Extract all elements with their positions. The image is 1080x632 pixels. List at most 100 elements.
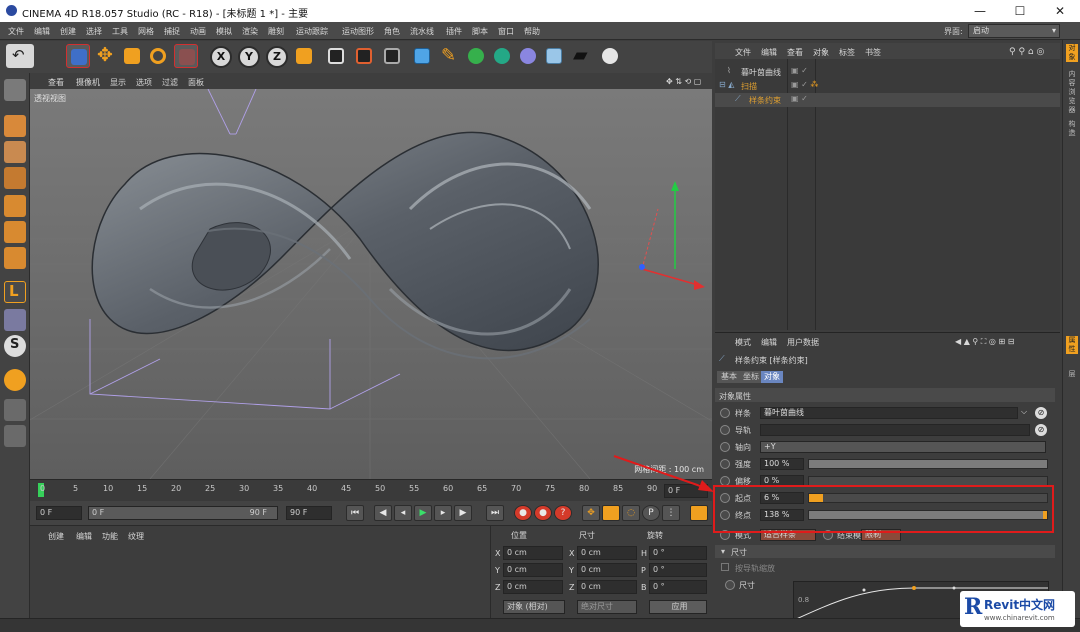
menu-help[interactable]: 帮助 [524,26,540,37]
om-menu-file[interactable]: 文件 [735,47,751,58]
om-menu-object[interactable]: 对象 [813,47,829,58]
menu-edit[interactable]: 编辑 [34,26,50,37]
material-menu-texture[interactable]: 纹理 [128,531,144,542]
timeline-window-button[interactable] [690,505,708,521]
visibility-icon[interactable]: ▣ ✓ [791,94,808,103]
rotation-p-field[interactable]: 0 ° [649,563,707,577]
subdivision-surface-button[interactable] [464,44,488,68]
pen-button[interactable]: ✎ [438,44,462,68]
prev-key-button[interactable]: ◀ [374,505,392,521]
render-picture-viewer-button[interactable] [352,44,376,68]
menu-mesh[interactable]: 网格 [138,26,154,37]
cloner-button[interactable] [490,44,514,68]
viewport-menu-view[interactable]: 查看 [48,77,64,88]
record-parameter-button[interactable]: P [642,505,660,521]
tab-objects[interactable]: 对象 [1066,44,1078,62]
tweak-mode-button[interactable] [4,309,26,331]
viewport-menu-filter[interactable]: 过滤 [162,77,178,88]
locked-workplane-button[interactable] [4,425,26,447]
am-nav-icons[interactable]: ◀ ▲ ⚲ ⛶ ◎ ⊞ ⊟ [955,337,1014,347]
model-mode-button[interactable] [4,115,26,137]
om-menu-edit[interactable]: 编辑 [761,47,777,58]
animation-dot-icon[interactable] [720,408,730,418]
om-menu-tag[interactable]: 标签 [839,47,855,58]
material-menu-create[interactable]: 创建 [48,531,64,542]
rotate-button[interactable] [146,44,170,68]
snap-button[interactable]: S [4,335,26,357]
minimize-button[interactable]: — [960,0,1000,22]
tab-content-browser[interactable]: 内容浏览器 [1066,70,1078,115]
om-menu-view[interactable]: 查看 [787,47,803,58]
menu-script[interactable]: 脚本 [472,26,488,37]
spline-link-field[interactable]: 暮叶茵曲线 [760,407,1018,419]
tab-coord[interactable]: 坐标 [741,371,761,383]
scale-button[interactable] [120,44,144,68]
menu-tools[interactable]: 工具 [112,26,128,37]
menu-plugins[interactable]: 插件 [446,26,462,37]
record-rotation-button[interactable]: ◌ [622,505,640,521]
menu-render[interactable]: 渲染 [242,26,258,37]
y-axis-lock-button[interactable]: Y [238,46,260,68]
make-editable-button[interactable] [4,79,26,101]
render-view-button[interactable] [324,44,348,68]
size-z-field[interactable]: 0 cm [577,580,637,594]
viewport-menu-camera[interactable]: 摄像机 [76,77,100,88]
magnet-button[interactable] [4,369,26,391]
autokey-button[interactable]: ● [534,505,552,521]
animation-dot-icon[interactable] [720,425,730,435]
viewport-navigation-icons[interactable]: ✥ ⇅ ⟲ ▢ [666,77,701,86]
start-frame-field[interactable]: 0 F [36,506,82,520]
layout-select[interactable]: 启动 ▾ [968,24,1060,38]
floor-button[interactable] [542,44,566,68]
search-icon[interactable]: ⚲ ⚲ ⌂ ◎ [1009,47,1044,57]
close-button[interactable]: ✕ [1040,0,1080,22]
animation-dot-icon[interactable] [725,580,735,590]
prev-frame-button[interactable]: ◂ [394,505,412,521]
size-x-field[interactable]: 0 cm [577,546,637,560]
menu-animate[interactable]: 动画 [190,26,206,37]
recent-tool-button[interactable] [174,44,198,68]
perspective-viewport[interactable]: 透视视图 网格间距 : 100 cm [30,89,712,479]
menu-sculpt[interactable]: 雕刻 [268,26,284,37]
animation-dot-icon[interactable] [720,442,730,452]
rotation-b-field[interactable]: 0 ° [649,580,707,594]
texture-mode-button[interactable] [4,141,26,163]
position-x-field[interactable]: 0 cm [503,546,563,560]
next-frame-button[interactable]: ▸ [434,505,452,521]
menu-file[interactable]: 文件 [8,26,24,37]
cube-button[interactable] [410,44,434,68]
workplane-grid-button[interactable] [4,399,26,421]
position-y-field[interactable]: 0 cm [503,563,563,577]
material-menu-edit[interactable]: 编辑 [76,531,92,542]
undo-button[interactable]: ↶ [6,44,34,68]
menu-create[interactable]: 创建 [60,26,76,37]
pick-icon[interactable]: ⊘ [1035,424,1047,436]
chevron-down-icon[interactable]: ⌵ [1021,407,1027,417]
tab-structure[interactable]: 构造 [1066,120,1078,138]
move-button[interactable]: ✥ [94,44,118,68]
render-settings-button[interactable] [380,44,404,68]
rotation-h-field[interactable]: 0 ° [649,546,707,560]
animation-dot-icon[interactable] [720,459,730,469]
tab-attributes[interactable]: 属性 [1066,336,1078,354]
viewport-menu-options[interactable]: 选项 [136,77,152,88]
menu-select[interactable]: 选择 [86,26,102,37]
visibility-icon[interactable]: ▣ ✓ [791,66,808,75]
menu-window[interactable]: 窗口 [498,26,514,37]
end-frame-field[interactable]: 90 F [286,506,332,520]
size-mode-select[interactable]: 绝对尺寸 [577,600,637,614]
axis-select[interactable]: +Y [760,441,1046,453]
polygons-mode-button[interactable] [4,247,26,269]
object-row[interactable]: ⌇ 暮叶茵曲线 ▣ ✓ [715,65,1060,79]
x-axis-lock-button[interactable]: X [210,46,232,68]
material-menu-function[interactable]: 功能 [102,531,118,542]
coord-mode-select[interactable]: 对象 (相对) [503,600,565,614]
viewport-menu-display[interactable]: 显示 [110,77,126,88]
maximize-button[interactable]: ☐ [1000,0,1040,22]
size-section-header[interactable]: ▾ 尺寸 [715,545,1055,558]
am-menu-user-data[interactable]: 用户数据 [787,337,819,348]
go-to-end-button[interactable]: ⏭ [486,505,504,521]
strength-field[interactable]: 100 % [760,458,804,470]
record-position-button[interactable]: ✥ [582,505,600,521]
menu-simulate[interactable]: 模拟 [216,26,232,37]
